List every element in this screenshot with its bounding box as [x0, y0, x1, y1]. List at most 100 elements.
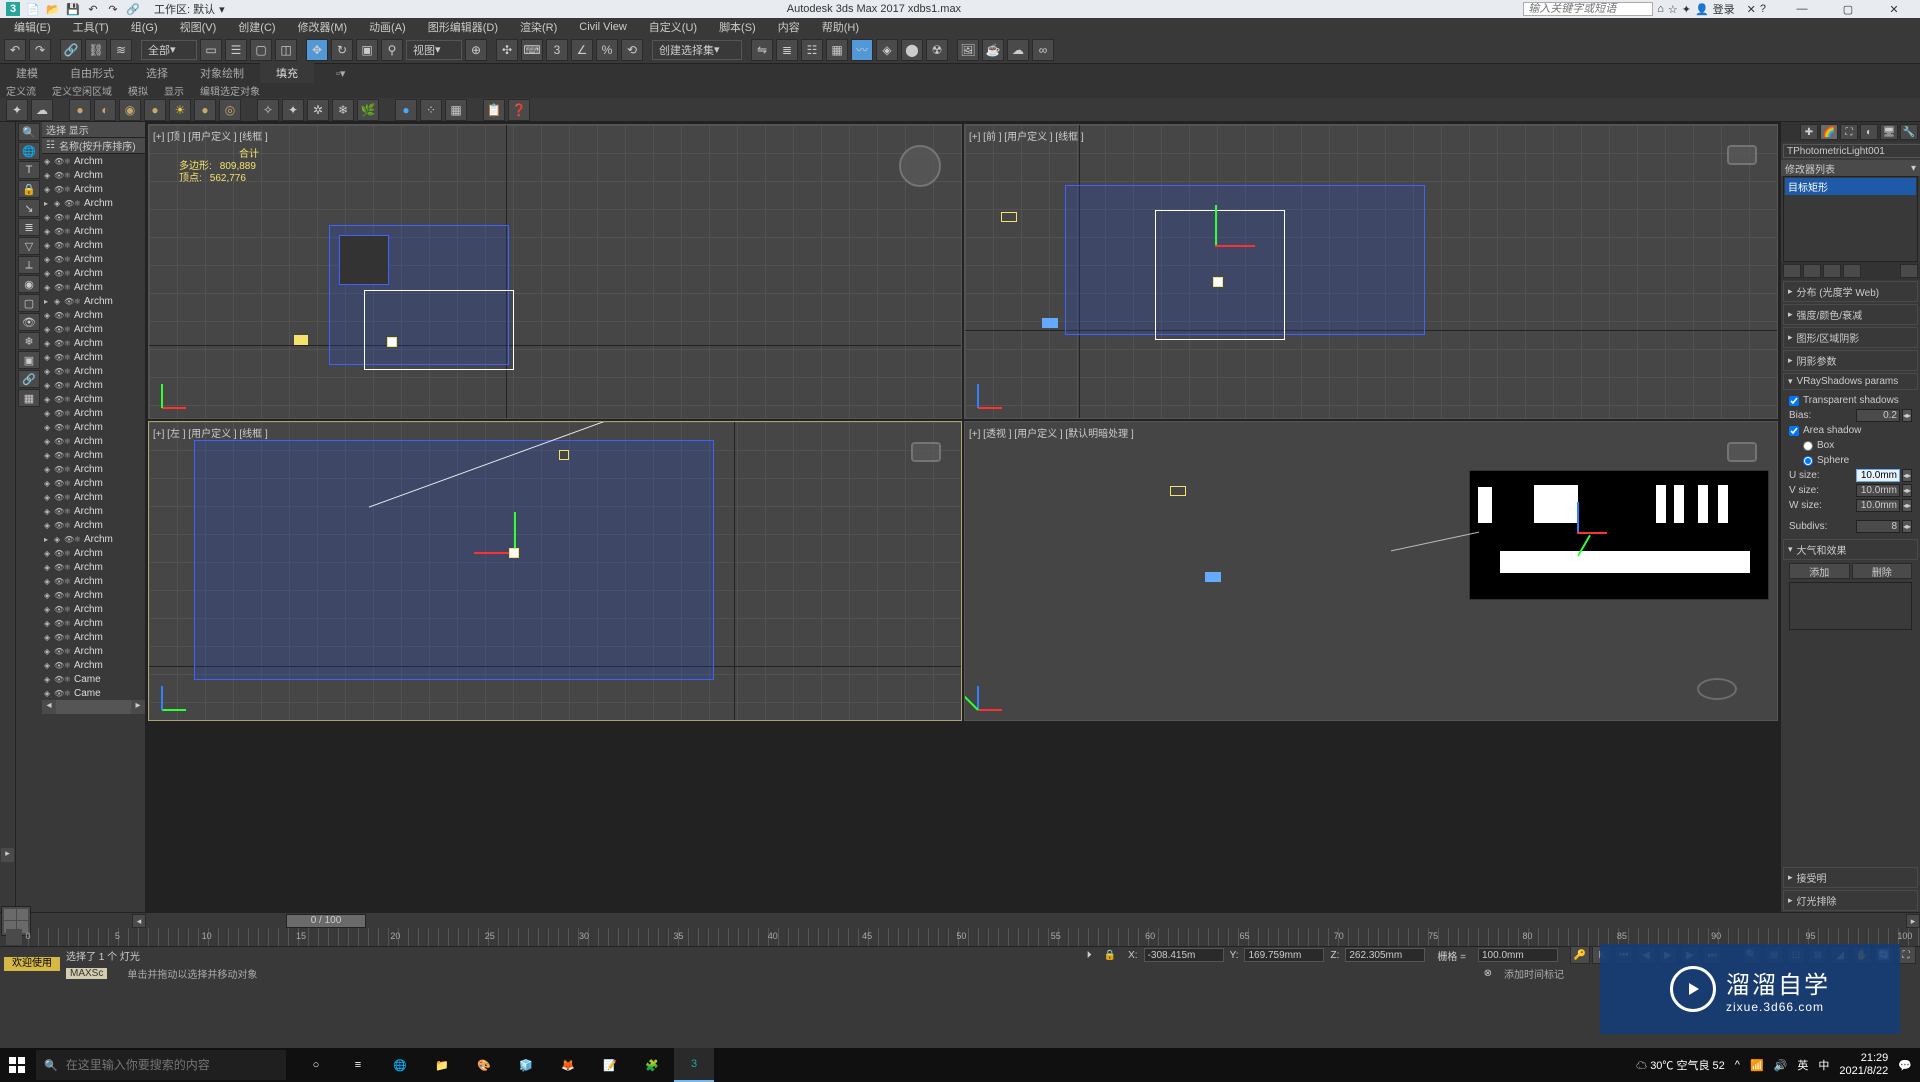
scene-item[interactable]: ◈👁❄Came — [42, 672, 145, 686]
minimize-button[interactable]: — — [1780, 0, 1824, 18]
wsize-input[interactable] — [1856, 499, 1900, 512]
ribbon-panel-display[interactable]: 显示 — [164, 83, 184, 98]
layer-explorer-button[interactable]: ☷ — [801, 39, 823, 61]
se-link2-icon[interactable]: 🔗 — [18, 370, 40, 388]
render-frame-button[interactable]: 🖼 — [957, 39, 979, 61]
viewcube-front[interactable] — [1727, 145, 1757, 165]
light-cone-persp-icon[interactable] — [1170, 486, 1186, 496]
isolate-icon[interactable]: ⊗ — [1484, 968, 1492, 979]
scene-item[interactable]: ◈👁❄Archm — [42, 588, 145, 602]
modifier-stack-item[interactable]: 目标矩形 — [1785, 178, 1916, 195]
particles-color-button[interactable]: ⁘ — [420, 99, 442, 121]
named-selection-sets-dropdown[interactable]: 创建选择集 ▾ — [652, 40, 742, 60]
scene-item[interactable]: ◈👁❄Archm — [42, 280, 145, 294]
menu-modifiers[interactable]: 修改器(M) — [288, 17, 358, 37]
set-key-filters-button[interactable] — [6, 929, 22, 945]
tray-volume-icon[interactable]: 🔊 — [1774, 1059, 1788, 1072]
render-production-button[interactable]: ☕ — [982, 39, 1004, 61]
hierarchy-tab-button[interactable]: ⛶ — [1840, 124, 1858, 140]
ribbon-tab-selection[interactable]: 选择 — [130, 63, 184, 83]
atm-list[interactable] — [1789, 582, 1912, 630]
mirror-button[interactable]: ⇋ — [751, 39, 773, 61]
viewport-front-label[interactable]: [+] [前 ] [用户定义 ] [线框 ] — [969, 128, 1084, 143]
vsize-input[interactable] — [1856, 484, 1900, 497]
bias-spinner[interactable]: ◂▸ — [1902, 409, 1912, 422]
scene-item[interactable]: ◈👁❄Archm — [42, 644, 145, 658]
area-shadow-checkbox[interactable] — [1789, 426, 1799, 436]
redo-button[interactable]: ↷ — [29, 39, 51, 61]
usize-spinner[interactable]: ◂▸ — [1902, 469, 1912, 482]
viewcube-left[interactable] — [911, 442, 941, 462]
scene-item[interactable]: ◈👁❄Archm — [42, 434, 145, 448]
viewport-left[interactable]: [+] [左 ] [用户定义 ] [线框 ] — [148, 421, 962, 721]
cloud-primitive-button[interactable]: ☁ — [31, 99, 53, 121]
rollout-shape-area[interactable]: 图形/区域阴影 — [1783, 327, 1918, 348]
taskbar-3dsmax-icon[interactable]: 3 — [674, 1048, 714, 1082]
toggle-ribbon-button[interactable]: ▦ — [826, 39, 848, 61]
taskbar-explorer-icon[interactable]: 📁 — [422, 1048, 462, 1082]
menu-views[interactable]: 视图(V) — [170, 17, 227, 37]
scene-item[interactable]: ◈👁❄Archm — [42, 560, 145, 574]
scene-item[interactable]: ◈👁❄Archm — [42, 154, 145, 168]
ribbon-panel-edit[interactable]: 编辑选定对象 — [200, 83, 260, 98]
scene-item[interactable]: ◈👁❄Archm — [42, 406, 145, 420]
scene-tree[interactable]: ◈👁❄Archm◈👁❄Archm◈👁❄Archm▸◈👁❄Archm◈👁❄Arch… — [42, 154, 145, 700]
render-a360-button[interactable]: ∞ — [1032, 39, 1054, 61]
coord-z-input[interactable] — [1345, 948, 1425, 962]
time-slider[interactable]: 0 / 100 — [146, 914, 1906, 928]
maxscript-mini-listener[interactable]: MAXSc — [66, 968, 107, 979]
qat-save-icon[interactable]: 💾 — [66, 2, 80, 16]
scene-item[interactable]: ▸◈👁❄Archm — [42, 294, 145, 308]
curve-editor-button[interactable]: 〰 — [851, 39, 873, 61]
ribbon-tab-modeling[interactable]: 建模 — [0, 63, 54, 83]
scroll-left-icon[interactable]: ◂ — [42, 700, 56, 714]
viewport-perspective[interactable]: [+] [透视 ] [用户定义 ] [默认明暗处理 ] — [964, 421, 1778, 721]
snap-toggle-3-button[interactable]: 3 — [546, 39, 568, 61]
se-filter-icon[interactable]: ▽ — [18, 237, 40, 255]
scene-item[interactable]: ◈👁❄Archm — [42, 210, 145, 224]
render-iterative-button[interactable]: ☁ — [1007, 39, 1029, 61]
select-and-scale-button[interactable]: ▣ — [356, 39, 378, 61]
ribbon-minimize-toggle[interactable]: ▫▾ — [320, 65, 361, 82]
scene-item[interactable]: ◈👁❄Archm — [42, 518, 145, 532]
sphere-blue-button[interactable]: ● — [395, 99, 417, 121]
menu-help[interactable]: 帮助(H) — [812, 17, 869, 37]
scene-item[interactable]: ◈👁❄Came — [42, 686, 145, 700]
menu-create[interactable]: 创建(C) — [228, 17, 285, 37]
workspace-selector[interactable]: 工作区: 默认 — [154, 1, 215, 17]
modify-tab-button[interactable]: 🌈 — [1820, 124, 1838, 140]
select-and-rotate-button[interactable]: ↻ — [331, 39, 353, 61]
ime-indicator-1[interactable]: 英 — [1797, 1057, 1808, 1073]
menu-animation[interactable]: 动画(A) — [359, 17, 416, 37]
flyout-toggle-button[interactable]: ▸ — [1, 848, 14, 862]
autokey-button[interactable]: 🔑 — [1570, 946, 1590, 964]
scene-item[interactable]: ◈👁❄Archm — [42, 630, 145, 644]
rollout-intensity[interactable]: 强度/颜色/衰减 — [1783, 304, 1918, 325]
tray-clock[interactable]: 21:29 2021/8/22 — [1839, 1052, 1888, 1078]
scene-item[interactable]: ◈👁❄Archm — [42, 378, 145, 392]
se-apple-icon[interactable]: ◉ — [18, 275, 40, 293]
plant-button[interactable]: 🌿 — [357, 99, 379, 121]
select-and-move-button[interactable]: ✥ — [306, 39, 328, 61]
viewport-left-label[interactable]: [+] [左 ] [用户定义 ] [线框 ] — [153, 425, 268, 440]
scene-item[interactable]: ◈👁❄Archm — [42, 182, 145, 196]
scene-select-display-header[interactable]: 选择 显示 — [42, 122, 145, 138]
scene-item[interactable]: ◈👁❄Archm — [42, 616, 145, 630]
ribbon-panel-idle[interactable]: 定义空闲区域 — [52, 83, 112, 98]
light-gizmo-icon[interactable] — [387, 337, 397, 347]
viewport-top[interactable]: [+] [顶 ] [用户定义 ] [线框 ] 合计 多边形:809,889 顶点… — [148, 124, 962, 419]
add-time-tag[interactable]: 添加时间标记 — [1504, 966, 1564, 981]
taskbar-edge-icon[interactable]: 🌐 — [380, 1048, 420, 1082]
ribbon-panel-sim[interactable]: 模拟 — [128, 83, 148, 98]
schematic-view-button[interactable]: ◈ — [876, 39, 898, 61]
scene-item[interactable]: ◈👁❄Archm — [42, 252, 145, 266]
menu-rendering[interactable]: 渲染(R) — [510, 17, 567, 37]
show-end-result-button[interactable] — [1803, 264, 1821, 278]
user-icon[interactable]: 👤 — [1695, 3, 1709, 16]
scene-item[interactable]: ◈👁❄Archm — [42, 490, 145, 504]
menu-graph-editors[interactable]: 图形编辑器(D) — [418, 17, 508, 37]
modifier-list-dropdown[interactable]: 修改器列表▾ — [1781, 160, 1920, 176]
lock-selection-icon[interactable]: ⏵ — [1087, 950, 1092, 961]
menu-group[interactable]: 组(G) — [121, 17, 168, 37]
standard-prim-5-button[interactable]: ● — [194, 99, 216, 121]
